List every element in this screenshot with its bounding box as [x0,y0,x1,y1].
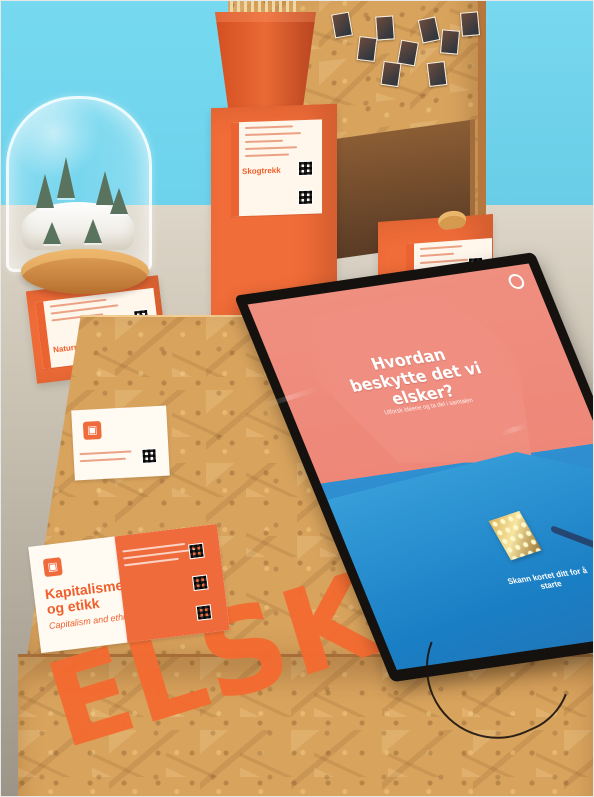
qr-code-icon [141,448,158,464]
wall-postcard [380,60,402,88]
qr-code-icon [298,160,313,177]
tree-icon [36,174,54,208]
card-orange-section [114,523,230,643]
tree-icon [84,219,102,243]
wall-postcard [331,11,353,39]
qr-code-icon [195,604,213,621]
wall-postcard [426,60,448,88]
circle-logo-icon [506,273,527,290]
orange-card-icon: ▣ [42,557,63,578]
wooden-dome-base [21,249,149,294]
photo-scene: Skogtrekk Naturrike ELSKE ▣ ▣ Kapitalism… [0,0,594,797]
orange-card-icon: ▣ [82,420,102,440]
wall-postcard [459,11,481,37]
tree-icon [57,157,75,198]
qr-code-icon [188,542,205,560]
pedestal-title: Skogtrekk [242,165,281,177]
card-title: Kapitalisme og etikk [44,576,125,618]
orange-pot [215,12,316,116]
qr-code-icon [191,574,209,592]
wall-postcard [356,35,378,63]
wall-postcard [375,15,395,41]
small-info-card: ▣ [71,405,170,481]
wall-postcard [439,29,461,55]
tree-icon [43,222,61,244]
cyan-right-wall [476,0,594,205]
qr-code-icon [298,189,313,206]
tree-icon [110,188,128,214]
